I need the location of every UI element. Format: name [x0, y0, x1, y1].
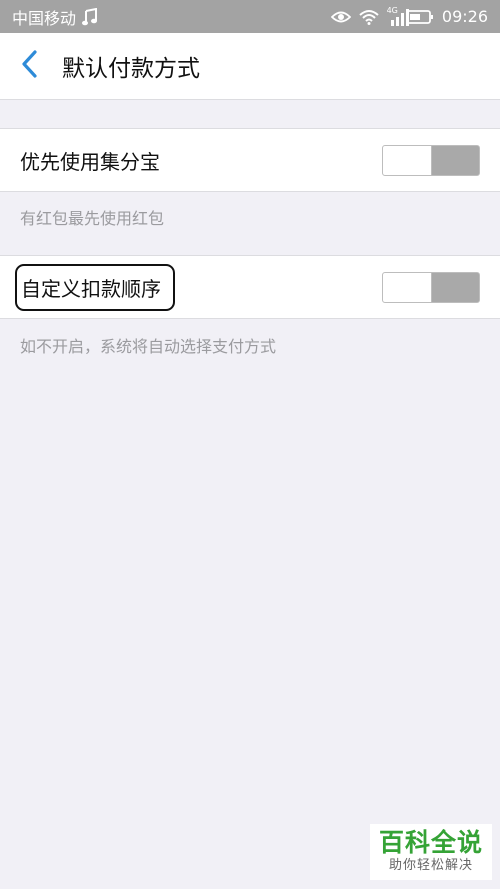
eye-icon: [330, 10, 351, 24]
setting-label: 自定义扣款顺序: [15, 263, 175, 311]
navigation-bar: 默认付款方式: [0, 33, 500, 100]
toggle-knob: [383, 145, 432, 175]
setting-hint: 有红包最先使用红包: [20, 209, 165, 228]
setting-hint: 如不开启，系统将自动选择支付方式: [20, 337, 277, 356]
clock-label: 09:26: [441, 7, 488, 26]
signal-icon: 4G: [386, 6, 409, 26]
custom-order-toggle[interactable]: [382, 271, 480, 303]
toggle-knob: [383, 272, 432, 302]
carrier-label: 中国移动: [12, 8, 77, 28]
network-type-label: 4G: [386, 6, 398, 15]
watermark-title: 百科全说: [378, 828, 483, 857]
chevron-left-icon: [20, 49, 40, 83]
wifi-icon: [358, 9, 379, 25]
watermark-logo: 百科全说 助你轻松解决: [370, 824, 492, 880]
status-right: 4G 09:26: [330, 6, 488, 26]
page-title: 默认付款方式: [62, 56, 200, 82]
status-left: 中国移动: [12, 5, 98, 29]
watermark-subtitle: 助你轻松解决: [388, 858, 473, 873]
back-button[interactable]: [0, 33, 60, 100]
jifenbao-toggle[interactable]: [382, 144, 480, 176]
setting-row-custom-order: 自定义扣款顺序: [0, 255, 500, 319]
music-note-icon: [82, 7, 98, 26]
battery-icon: [405, 9, 434, 25]
setting-row-jifenbao: 优先使用集分宝: [0, 128, 500, 192]
setting-label: 优先使用集分宝: [20, 149, 160, 174]
status-bar: 中国移动 4G 09:26: [0, 0, 500, 33]
